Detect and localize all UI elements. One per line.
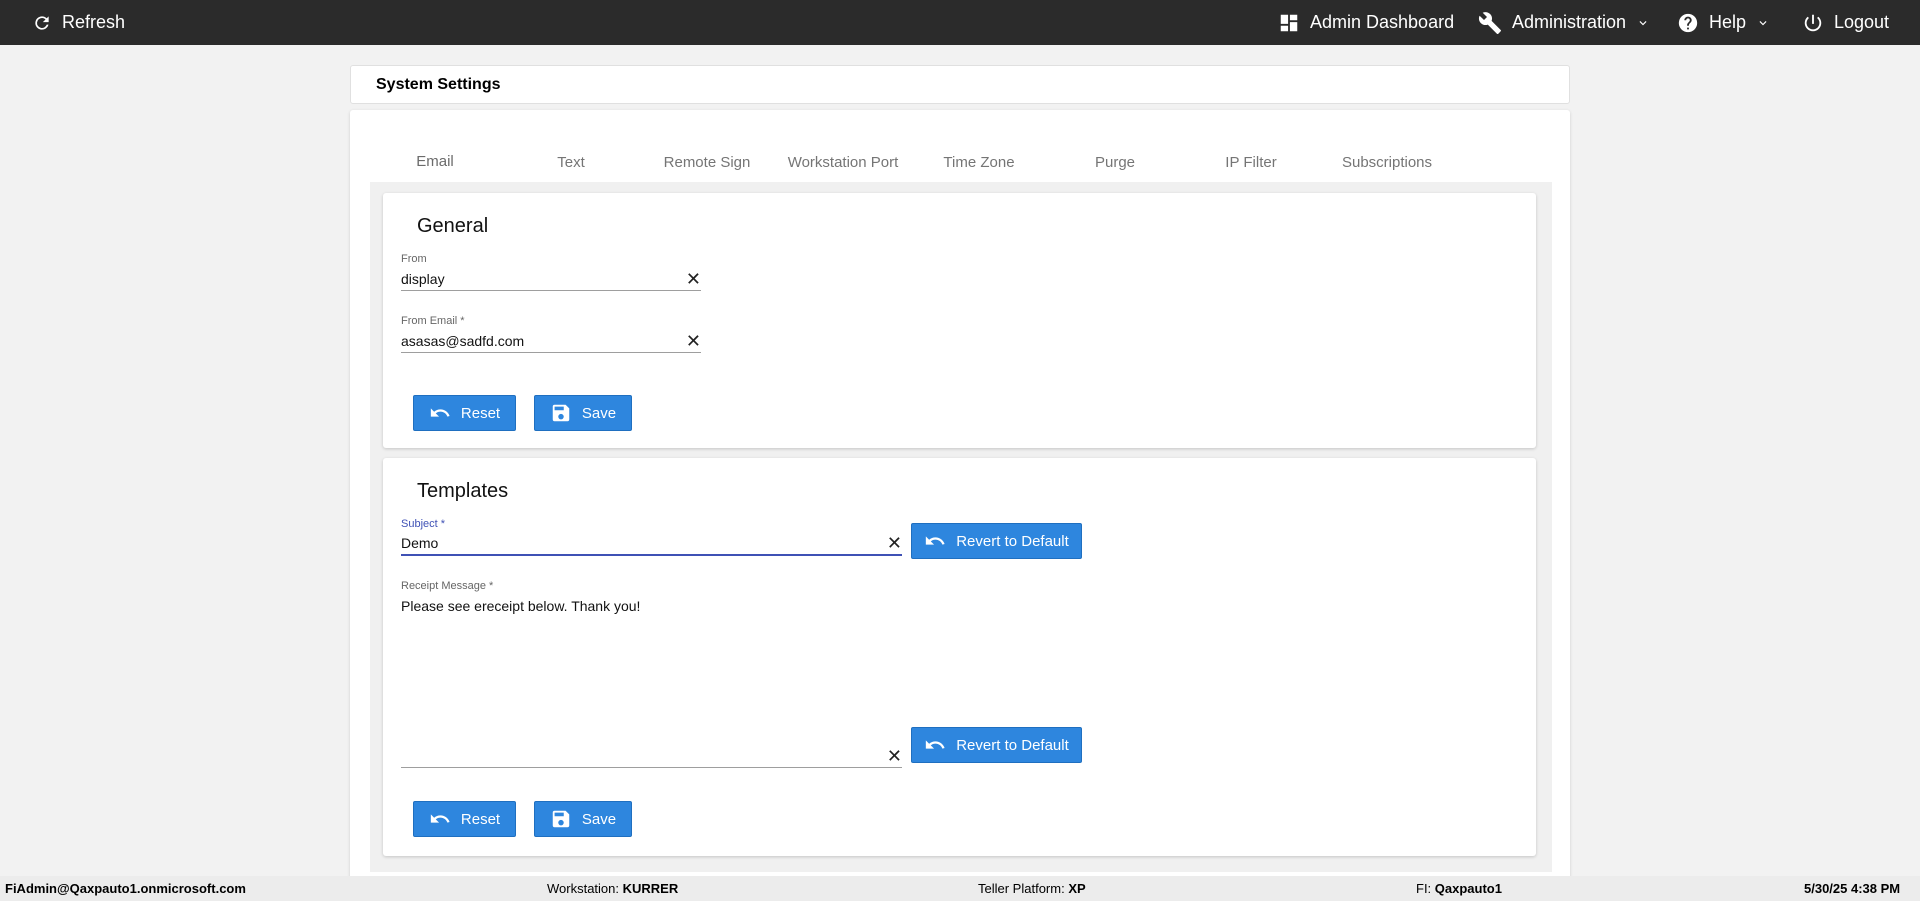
datetime-value: 5/30/25 4:38 PM [1804, 881, 1901, 896]
save-icon [552, 404, 570, 422]
help-label: Help [1709, 12, 1747, 32]
platform-info: Teller Platform: XP [978, 881, 1086, 896]
reset-button[interactable]: Reset [413, 801, 516, 837]
chevron-down-icon [1759, 20, 1767, 25]
user-account-value: FiAdmin@Qaxpauto1.onmicrosoft.com [5, 881, 246, 896]
workstation-value: KURRER [622, 881, 679, 896]
fi-info: FI: Qaxpauto1 [1416, 881, 1502, 896]
general-section: General From display ✕ From Email * asas… [383, 193, 1536, 448]
platform-label: Teller Platform: [978, 881, 1069, 896]
revert-subject-button[interactable]: Revert to Default [911, 523, 1082, 559]
save-label: Save [581, 810, 617, 828]
datetime: 5/30/25 4:38 PM [1804, 881, 1900, 896]
reset-label: Reset [460, 404, 501, 422]
admin-dashboard-label: Admin Dashboard [1310, 12, 1455, 32]
subject-input[interactable]: Demo ✕ [401, 532, 902, 556]
page-title-card: System Settings [350, 65, 1570, 104]
save-button[interactable]: Save [534, 395, 632, 431]
power-icon [1804, 14, 1822, 31]
chevron-down-icon [1639, 20, 1647, 25]
revert-receipt-button[interactable]: Revert to Default [911, 727, 1082, 763]
from-value[interactable]: display [401, 271, 445, 287]
save-button[interactable]: Save [534, 801, 632, 837]
from-input[interactable]: display ✕ [401, 267, 701, 291]
admin-dashboard-link[interactable]: Admin Dashboard [1278, 0, 1454, 45]
workstation-label: Workstation: [547, 881, 623, 896]
top-bar: Refresh Admin Dashboard Administration H… [0, 0, 1920, 45]
receipt-message-textarea[interactable]: Please see ereceipt below. Thank you! [401, 594, 902, 744]
from-email-field: From Email * asasas@sadfd.com ✕ [401, 315, 701, 353]
clear-icon[interactable]: ✕ [686, 332, 701, 350]
from-label: From [401, 253, 427, 265]
undo-icon [926, 740, 945, 749]
administration-label: Administration [1512, 12, 1627, 32]
from-email-label: From Email * [401, 315, 465, 327]
status-bar: FiAdmin@Qaxpauto1.onmicrosoft.com Workst… [0, 876, 1920, 901]
page-title: System Settings [376, 75, 501, 93]
receipt-message-underline: ✕ [401, 744, 902, 768]
logout-button[interactable]: Logout [1802, 0, 1889, 45]
from-email-value[interactable]: asasas@sadfd.com [401, 333, 524, 349]
clear-icon[interactable]: ✕ [887, 534, 902, 552]
subject-label: Subject * [401, 518, 446, 530]
from-email-input[interactable]: asasas@sadfd.com ✕ [401, 329, 701, 353]
revert-label: Revert to Default [956, 736, 1069, 754]
email-tab-panel: General From display ✕ From Email * asas… [370, 182, 1552, 872]
undo-icon [430, 814, 450, 823]
fi-label: FI: [1416, 881, 1435, 896]
refresh-label: Refresh [62, 12, 126, 32]
subject-field: Subject * Demo ✕ [401, 518, 902, 556]
undo-icon [926, 536, 945, 545]
clear-icon[interactable]: ✕ [686, 270, 701, 288]
undo-icon [430, 408, 450, 417]
receipt-message-value[interactable]: Please see ereceipt below. Thank you! [401, 598, 640, 614]
wrench-icon [1478, 11, 1501, 34]
workstation-info: Workstation: KURRER [547, 881, 678, 896]
settings-card: Email Text Remote Sign Workstation Port … [350, 110, 1570, 880]
save-icon [552, 810, 570, 828]
receipt-message-label: Receipt Message * [401, 580, 494, 592]
reset-label: Reset [460, 810, 501, 828]
save-label: Save [581, 404, 617, 422]
platform-value: XP [1068, 881, 1086, 896]
logout-label: Logout [1834, 12, 1890, 32]
clear-icon[interactable]: ✕ [887, 747, 902, 765]
from-field: From display ✕ [401, 253, 701, 291]
templates-section: Templates Subject * Demo ✕ Revert to Def… [383, 458, 1536, 856]
receipt-message-field: Receipt Message * Please see ereceipt be… [401, 580, 902, 768]
templates-heading: Templates [417, 480, 509, 502]
administration-menu[interactable]: Administration [1478, 0, 1650, 45]
refresh-button[interactable]: Refresh [32, 0, 125, 45]
revert-label: Revert to Default [956, 532, 1069, 550]
help-icon [1678, 13, 1698, 32]
user-account: FiAdmin@Qaxpauto1.onmicrosoft.com [5, 881, 246, 896]
dashboard-icon [1280, 14, 1298, 31]
general-heading: General [417, 215, 489, 237]
fi-value: Qaxpauto1 [1434, 881, 1502, 896]
refresh-icon [35, 15, 49, 30]
help-menu[interactable]: Help [1677, 0, 1770, 45]
reset-button[interactable]: Reset [413, 395, 516, 431]
subject-value[interactable]: Demo [401, 535, 438, 551]
